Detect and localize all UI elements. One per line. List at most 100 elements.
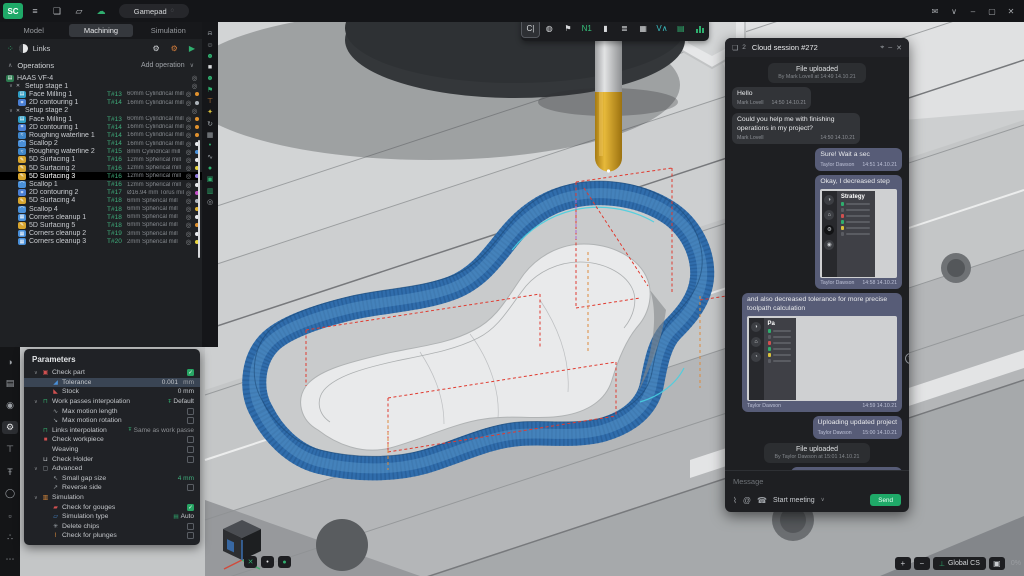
postprocess-gear-icon[interactable]: ⚙ xyxy=(171,44,178,53)
team-icon[interactable]: ∴ xyxy=(2,531,18,544)
more-icon[interactable]: ⋯ xyxy=(2,553,18,566)
chevron-down-icon[interactable]: ∨ xyxy=(34,495,41,501)
parameter-value[interactable]: 0 mm xyxy=(178,388,194,395)
dot-icon[interactable]: • xyxy=(205,142,216,150)
parameter-row[interactable]: ∿Max motion length xyxy=(24,406,200,416)
parameter-value[interactable]: Default xyxy=(173,398,194,405)
tree-row-op[interactable]: ⌗2D contouring 2T#17Ø16.94 mm Torus mill… xyxy=(0,189,202,197)
tree-row-op[interactable]: ✎5D Surfacing 4T#186mm Spherical mill◎ xyxy=(0,197,202,205)
tree-row-op[interactable]: ✎5D Surfacing 5T#186mm Spherical mill◎ xyxy=(0,221,202,229)
cloud-icon[interactable]: ☁ xyxy=(91,3,111,19)
tree-row-op[interactable]: ≈Roughing waterline 1T#1416mm Cylindrica… xyxy=(0,131,202,139)
tree-row-op[interactable]: ✎5D Surfacing 3T#1612mm Spherical mill◎ xyxy=(0,172,202,180)
minimize-icon[interactable]: – xyxy=(966,7,980,16)
parameter-checkbox[interactable] xyxy=(187,446,194,453)
parameter-row[interactable]: ◣Stock0 mm xyxy=(24,387,200,397)
parameter-row[interactable]: ▱Simulation type▤Auto xyxy=(24,512,200,522)
tree-row-op[interactable]: ▦Corners cleanup 1T#186mm Spherical mill… xyxy=(0,213,202,221)
visibility-icon[interactable]: ◎ xyxy=(184,181,193,189)
chevron-down-icon[interactable]: ∨ xyxy=(34,370,41,376)
toolpath-tool[interactable]: ≣ xyxy=(616,20,633,37)
parameter-row[interactable]: ▰Check for gouges✓ xyxy=(24,502,200,512)
layers-icon[interactable]: ▥ xyxy=(205,187,216,195)
visibility-icon[interactable]: ◎ xyxy=(184,205,193,213)
chat-message-out[interactable]: Uploading updated projectTaylor Dawson15… xyxy=(813,416,902,438)
tree-row-setup[interactable]: ∨✕Setup stage 1◎ xyxy=(0,82,202,90)
parameter-row[interactable]: ✳Delete chips xyxy=(24,522,200,532)
chevron-down-icon[interactable]: ∨ xyxy=(190,62,194,69)
send-button[interactable]: Send xyxy=(870,494,901,506)
visibility-icon[interactable]: ◎ xyxy=(184,156,193,164)
operations-scrollbar[interactable] xyxy=(198,140,200,258)
visibility-icon[interactable]: ◎ xyxy=(184,197,193,205)
circle-icon[interactable]: ◎ xyxy=(205,198,216,206)
refresh-icon[interactable]: ↻ xyxy=(205,120,216,128)
visibility-icon[interactable]: ◎ xyxy=(184,172,193,180)
tree-row-op[interactable]: ⌗2D contouring 1T#1416mm Cylindrical mil… xyxy=(0,99,202,107)
chat-message-out[interactable]: Okay, I decreased step◑⌂⚙◉StrategyTaylor… xyxy=(815,175,902,289)
grid-tool[interactable]: ▦ xyxy=(635,20,652,37)
parameter-row[interactable]: ■Check workpiece xyxy=(24,435,200,445)
fixture-tool[interactable]: ▤ xyxy=(672,20,689,37)
settings-icon[interactable]: ⚙ xyxy=(2,421,18,434)
chat-message-out[interactable]: and also decreased tolerance for more pr… xyxy=(742,293,902,412)
tree-row-op[interactable]: ✎5D Surfacing 1T#1612mm Spherical mill◎ xyxy=(0,156,202,164)
tree-row-op[interactable]: ⌒Scallop 1T#1612mm Spherical mill◎ xyxy=(0,180,202,188)
parameter-value[interactable]: 4 mm xyxy=(178,475,194,482)
parameter-row[interactable]: ∨▥Simulation xyxy=(24,493,200,503)
parameter-row[interactable]: ↗Reverse side xyxy=(24,483,200,493)
parameter-checkbox[interactable]: ✓ xyxy=(187,504,194,511)
add-operation-button[interactable]: Add operation xyxy=(141,62,185,69)
chat-header[interactable]: ❏ 2 Cloud session #272 ⌖ – ✕ xyxy=(725,38,909,57)
visibility-icon[interactable]: ◎ xyxy=(190,74,199,82)
virtual-axes-tool[interactable]: V∧ xyxy=(653,20,670,37)
stock-tool[interactable]: ▮ xyxy=(597,20,614,37)
feedback-icon[interactable]: ✉ xyxy=(928,7,942,16)
parameter-checkbox[interactable]: ✓ xyxy=(187,369,194,376)
visibility-icon[interactable]: ◎ xyxy=(184,123,193,131)
parameter-row[interactable]: ∨⊓Work passes interpolationŦDefault xyxy=(24,397,200,407)
sphere-view-button[interactable]: ● xyxy=(278,556,291,568)
links-toggle[interactable] xyxy=(19,44,28,53)
user-online-icon[interactable]: ☻ xyxy=(205,52,216,60)
visibility-icon[interactable]: ◎ xyxy=(184,189,193,197)
parameter-row[interactable]: ↘Max motion rotation xyxy=(24,416,200,426)
tree-row-machine[interactable]: ▤HAAS VF-4◎ xyxy=(0,74,202,82)
visibility-icon[interactable]: ◎ xyxy=(184,213,193,221)
app-logo[interactable]: SC xyxy=(3,3,23,19)
circle-icon[interactable]: ◯ xyxy=(2,487,18,500)
tree-row-op[interactable]: ⌒Scallop 4T#186mm Spherical mill◎ xyxy=(0,205,202,213)
tool-holder-icon[interactable]: Ŧ xyxy=(2,465,18,478)
visibility-icon[interactable]: ◎ xyxy=(184,148,193,156)
parameter-row[interactable]: ⌇Check for plunges xyxy=(24,531,200,541)
machine-icon[interactable]: ▤ xyxy=(2,377,18,390)
mention-icon[interactable]: @ xyxy=(743,496,751,505)
pin-icon[interactable]: ⌖ xyxy=(880,44,884,52)
visibility-icon[interactable]: ◎ xyxy=(184,164,193,172)
tool-icon[interactable]: ⊤ xyxy=(205,97,216,105)
parameter-checkbox[interactable] xyxy=(187,484,194,491)
screenshot-thumbnail[interactable]: ◑⌂⚙◉Strategy xyxy=(820,189,897,278)
parameter-row[interactable]: Weaving xyxy=(24,445,200,455)
visibility-icon[interactable]: ◎ xyxy=(184,221,193,229)
coordinate-system-selector[interactable]: ⊥ Global CS xyxy=(933,557,986,570)
minimize-icon[interactable]: – xyxy=(888,44,892,51)
grid-icon[interactable]: ▦ xyxy=(205,131,216,139)
parameter-row[interactable]: ↖Small gap size4 mm xyxy=(24,474,200,484)
tree-row-op[interactable]: ▦Corners cleanup 3T#202mm Spherical mill… xyxy=(0,238,202,246)
stock-icon[interactable]: ▫ xyxy=(2,509,18,522)
tree-row-op[interactable]: ✎5D Surfacing 2T#1612mm Spherical mill◎ xyxy=(0,164,202,172)
phone-icon[interactable]: ☎ xyxy=(757,496,767,505)
visibility-icon[interactable]: ◎ xyxy=(184,131,193,139)
parameter-checkbox[interactable] xyxy=(187,408,194,415)
visibility-icon[interactable]: ◎ xyxy=(184,140,193,148)
stock-icon[interactable]: ■ xyxy=(205,64,216,72)
parameter-row[interactable]: ◢Tolerance0.001mm xyxy=(24,378,200,388)
parameter-value[interactable]: Auto xyxy=(181,513,194,520)
panel-icon[interactable]: ▣ xyxy=(205,175,216,183)
chat-message-out[interactable]: Sure! Wait a secTaylor Dawson14:51 14.10… xyxy=(815,148,902,170)
visibility-icon[interactable]: ◎ xyxy=(184,238,193,246)
point-view-button[interactable]: • xyxy=(261,556,274,568)
flag-tool[interactable]: ⚑ xyxy=(559,20,576,37)
parameter-row[interactable]: ∨▣Check part✓ xyxy=(24,368,200,378)
